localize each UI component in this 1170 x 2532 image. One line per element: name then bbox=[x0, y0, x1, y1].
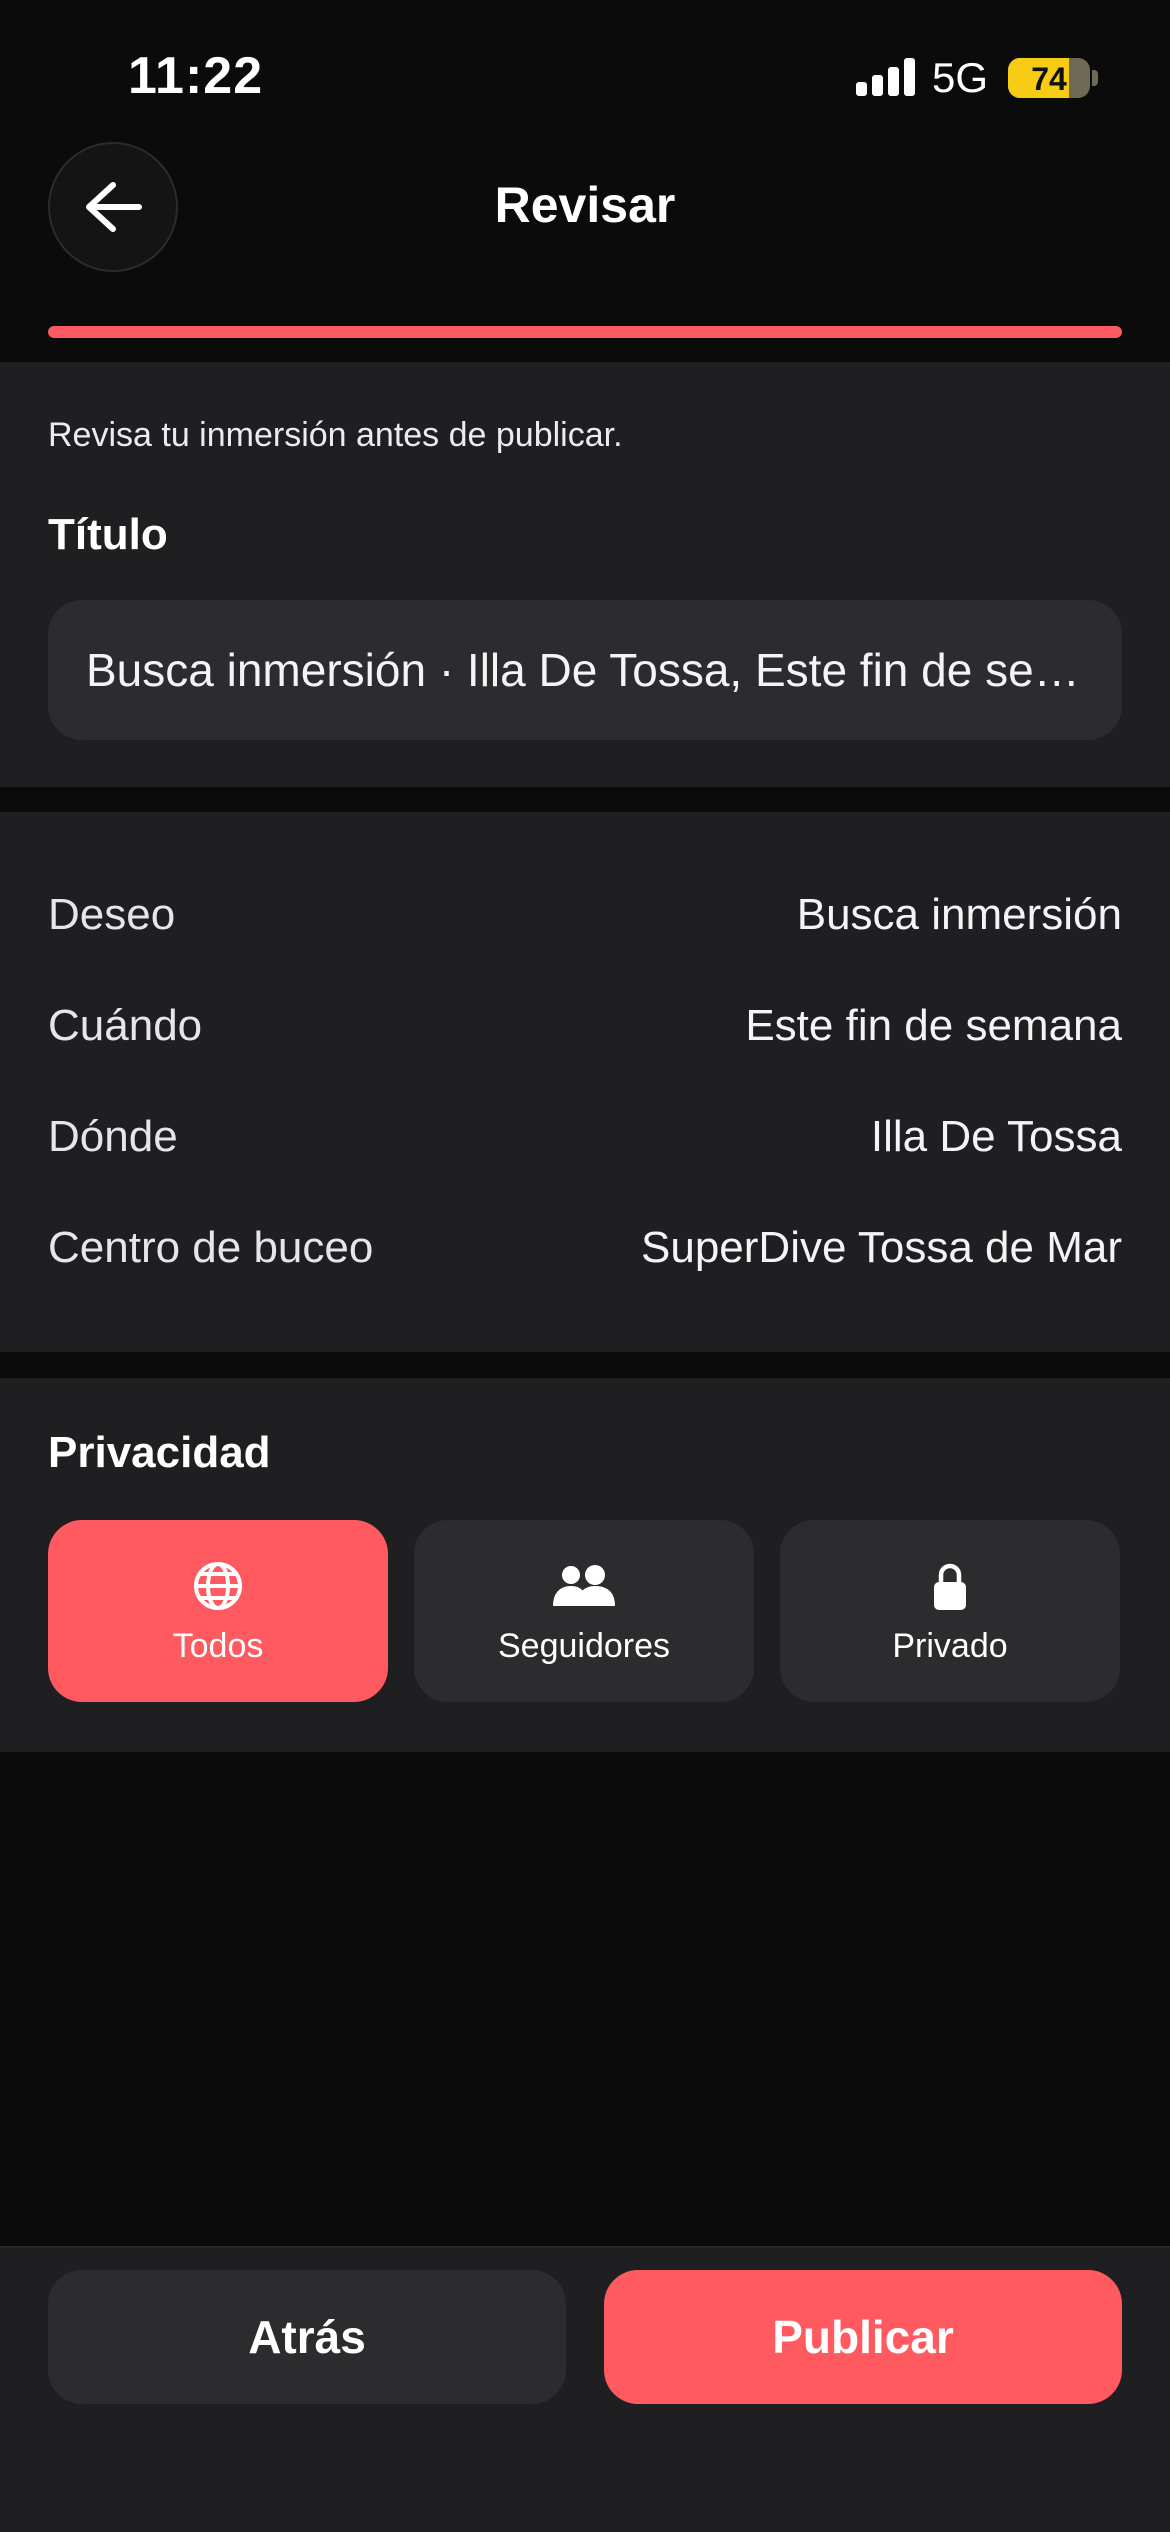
title-section-label: Título bbox=[48, 510, 168, 559]
detail-row-deseo: Deseo Busca inmersión bbox=[48, 885, 1122, 945]
detail-key: Dónde bbox=[48, 1112, 178, 1161]
page-title: Revisar bbox=[494, 177, 676, 233]
detail-key: Centro de buceo bbox=[48, 1223, 374, 1272]
privacy-option-seguidores[interactable]: Seguidores bbox=[414, 1520, 754, 1702]
privacy-card: Privacidad Todos Seguidores Privado bbox=[0, 1378, 1170, 1752]
bottom-action-bar: Atrás Publicar bbox=[0, 2246, 1170, 2532]
privacy-option-privado[interactable]: Privado bbox=[780, 1520, 1120, 1702]
detail-row-donde: Dónde Illa De Tossa bbox=[48, 1107, 1122, 1167]
battery-level: 74 bbox=[1031, 61, 1067, 97]
users-icon bbox=[553, 1564, 615, 1606]
detail-value: Este fin de semana bbox=[745, 1001, 1122, 1050]
progress-bar bbox=[48, 326, 1122, 338]
title-value: Busca inmersión · Illa De Tossa, Este fi… bbox=[86, 644, 1084, 696]
detail-key: Deseo bbox=[48, 890, 176, 939]
progress-fill bbox=[48, 326, 1122, 338]
globe-icon bbox=[194, 1561, 242, 1610]
intro-text: Revisa tu inmersión antes de publicar. bbox=[48, 416, 623, 454]
details-card: Deseo Busca inmersión Cuándo Este fin de… bbox=[0, 812, 1170, 1352]
detail-row-cuando: Cuándo Este fin de semana bbox=[48, 996, 1122, 1056]
lock-icon bbox=[934, 1563, 966, 1610]
network-type: 5G bbox=[932, 54, 989, 101]
privacy-option-todos[interactable]: Todos bbox=[48, 1520, 388, 1702]
privacy-option-label: Todos bbox=[172, 1626, 264, 1665]
battery-tip bbox=[1092, 70, 1098, 86]
status-time: 11:22 bbox=[128, 47, 264, 105]
detail-row-centro: Centro de buceo SuperDive Tossa de Mar bbox=[48, 1218, 1122, 1278]
back-action-button[interactable]: Atrás bbox=[48, 2270, 566, 2404]
status-bar: 11:22 5G 74 bbox=[0, 0, 1170, 140]
cellular-signal-icon bbox=[856, 58, 916, 96]
detail-value: SuperDive Tossa de Mar bbox=[641, 1223, 1122, 1272]
title-card: Revisa tu inmersión antes de publicar. T… bbox=[0, 362, 1170, 787]
privacy-section-label: Privacidad bbox=[48, 1428, 271, 1477]
title-field[interactable]: Busca inmersión · Illa De Tossa, Este fi… bbox=[48, 600, 1122, 740]
detail-value: Busca inmersión bbox=[796, 890, 1122, 939]
privacy-option-label: Privado bbox=[892, 1626, 1008, 1665]
battery-icon: 74 bbox=[1008, 58, 1090, 98]
detail-value: Illa De Tossa bbox=[870, 1112, 1122, 1161]
publish-button[interactable]: Publicar bbox=[604, 2270, 1122, 2404]
detail-key: Cuándo bbox=[48, 1001, 203, 1050]
privacy-option-label: Seguidores bbox=[497, 1626, 670, 1665]
